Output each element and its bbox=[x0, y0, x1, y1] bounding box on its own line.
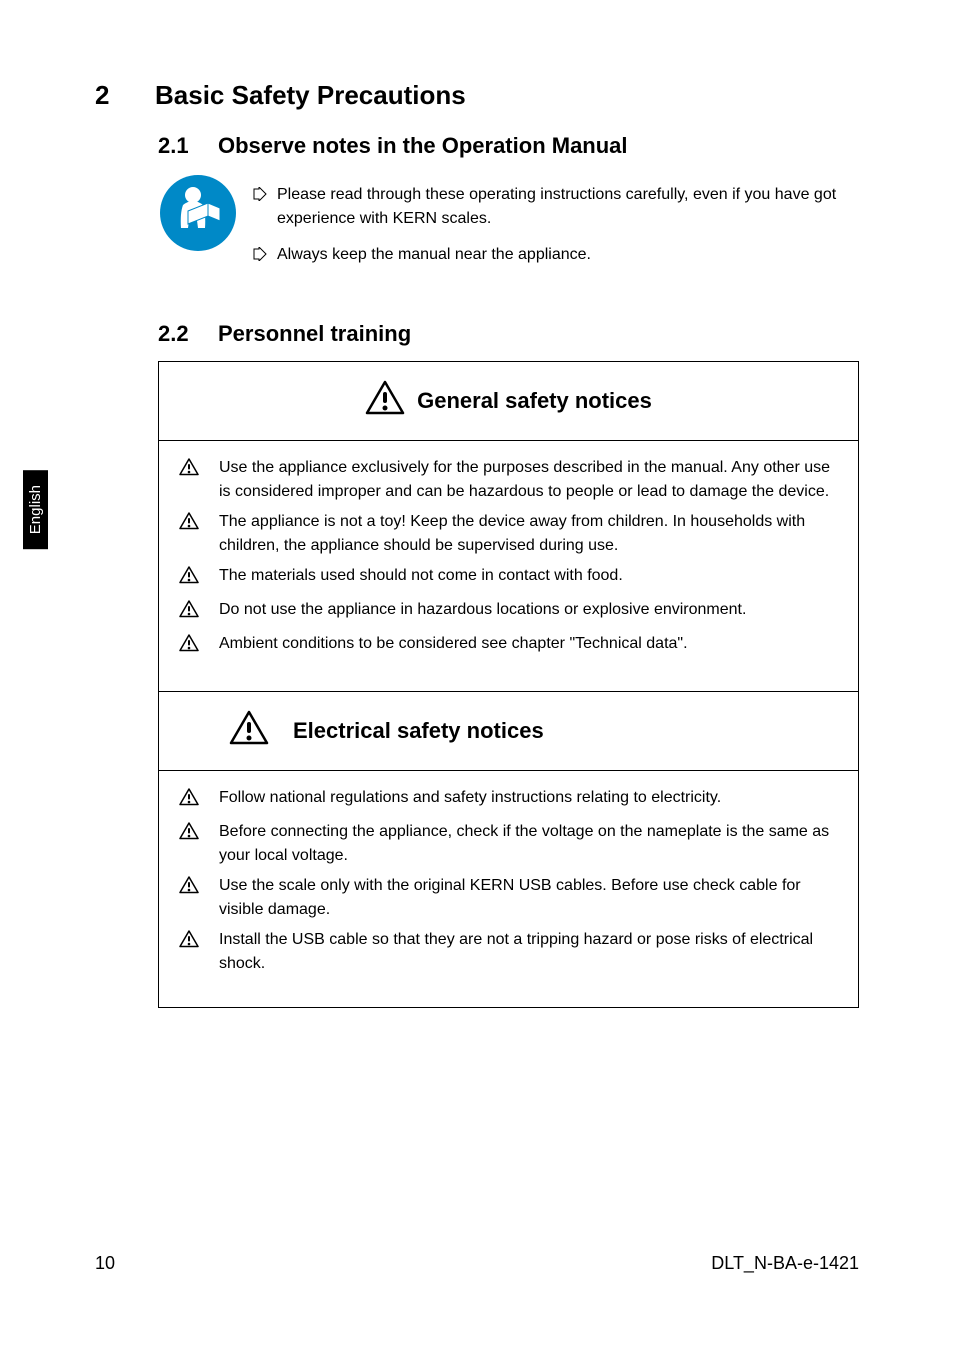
warning-icon-small bbox=[179, 788, 199, 814]
notice-item: Do not use the appliance in hazardous lo… bbox=[179, 598, 838, 626]
arrow-bullet-icon bbox=[253, 185, 267, 209]
notice-body-general: Use the appliance exclusively for the pu… bbox=[159, 441, 858, 691]
section-header: 2Basic Safety Precautions bbox=[95, 80, 859, 111]
subsection-title-2: Personnel training bbox=[218, 321, 411, 346]
notice-header-general: General safety notices bbox=[159, 362, 858, 441]
doc-id: DLT_N-BA-e-1421 bbox=[711, 1253, 859, 1274]
intro-item-text: Please read through these operating inst… bbox=[277, 183, 859, 231]
warning-icon-small bbox=[179, 600, 199, 626]
arrow-bullet-icon bbox=[253, 245, 267, 269]
warning-icon bbox=[229, 710, 269, 752]
intro-item-text: Always keep the manual near the applianc… bbox=[277, 243, 591, 267]
notice-item-text: Use the scale only with the original KER… bbox=[219, 874, 838, 922]
warning-icon-small bbox=[179, 634, 199, 660]
notice-item-text: The appliance is not a toy! Keep the dev… bbox=[219, 510, 838, 558]
intro-row: Please read through these operating inst… bbox=[158, 173, 859, 281]
notice-item: Use the appliance exclusively for the pu… bbox=[179, 456, 838, 504]
read-manual-icon bbox=[158, 173, 238, 258]
notice-item-text: Before connecting the appliance, check i… bbox=[219, 820, 838, 868]
notice-item: Use the scale only with the original KER… bbox=[179, 874, 838, 922]
warning-icon-small bbox=[179, 822, 199, 848]
notice-item: Before connecting the appliance, check i… bbox=[179, 820, 838, 868]
language-tab: English bbox=[23, 470, 48, 549]
notice-item: The materials used should not come in co… bbox=[179, 564, 838, 592]
page-number: 10 bbox=[95, 1253, 115, 1274]
notice-item-text: Install the USB cable so that they are n… bbox=[219, 928, 838, 976]
notice-header-electrical: Electrical safety notices bbox=[159, 691, 858, 771]
section-number: 2 bbox=[95, 80, 155, 111]
warning-icon-small bbox=[179, 876, 199, 902]
notice-item: Ambient conditions to be considered see … bbox=[179, 632, 838, 660]
notice-header-text: General safety notices bbox=[417, 388, 652, 414]
notice-item: The appliance is not a toy! Keep the dev… bbox=[179, 510, 838, 558]
notice-item-text: Ambient conditions to be considered see … bbox=[219, 632, 838, 656]
section-title: Basic Safety Precautions bbox=[155, 80, 466, 110]
subsection-number-2: 2.2 bbox=[158, 321, 218, 347]
warning-icon bbox=[365, 380, 405, 422]
warning-icon-small bbox=[179, 512, 199, 538]
intro-item: Always keep the manual near the applianc… bbox=[253, 243, 859, 269]
subsection-header-2: 2.2Personnel training bbox=[158, 321, 859, 347]
notice-item-text: Follow national regulations and safety i… bbox=[219, 786, 838, 810]
notice-item: Install the USB cable so that they are n… bbox=[179, 928, 838, 976]
footer: 10 DLT_N-BA-e-1421 bbox=[95, 1253, 859, 1274]
intro-list: Please read through these operating inst… bbox=[253, 173, 859, 281]
intro-item: Please read through these operating inst… bbox=[253, 183, 859, 231]
notice-body-electrical: Follow national regulations and safety i… bbox=[159, 771, 858, 1007]
notice-box-general: General safety notices Use the appliance… bbox=[158, 361, 859, 1008]
notice-item: Follow national regulations and safety i… bbox=[179, 786, 838, 814]
subsection-number-1: 2.1 bbox=[158, 133, 218, 159]
subsection-title-1: Observe notes in the Operation Manual bbox=[218, 133, 628, 158]
notice-item-text: The materials used should not come in co… bbox=[219, 564, 838, 588]
subsection-header-1: 2.1Observe notes in the Operation Manual bbox=[158, 133, 859, 159]
notice-header-text: Electrical safety notices bbox=[293, 718, 544, 744]
notice-item-text: Use the appliance exclusively for the pu… bbox=[219, 456, 838, 504]
warning-icon-small bbox=[179, 458, 199, 484]
warning-icon-small bbox=[179, 930, 199, 956]
notice-item-text: Do not use the appliance in hazardous lo… bbox=[219, 598, 838, 622]
warning-icon-small bbox=[179, 566, 199, 592]
